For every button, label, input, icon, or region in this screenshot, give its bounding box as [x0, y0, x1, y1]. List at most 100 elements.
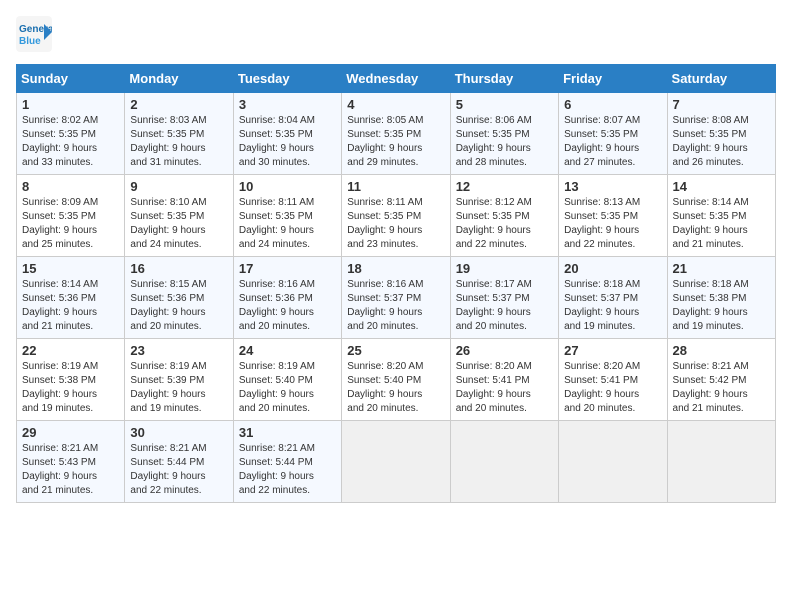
day-info: Sunrise: 8:04 AM Sunset: 5:35 PM Dayligh…	[239, 114, 336, 170]
day-info: Sunrise: 8:21 AM Sunset: 5:43 PM Dayligh…	[22, 442, 119, 498]
calendar-header: SundayMondayTuesdayWednesdayThursdayFrid…	[17, 65, 776, 93]
calendar-day: 2Sunrise: 8:03 AM Sunset: 5:35 PM Daylig…	[125, 93, 233, 175]
calendar-day: 1 Sunrise: 8:02 AM Sunset: 5:35 PM Daylig…	[17, 93, 125, 175]
calendar-week-row: 8 Sunrise: 8:09 AM Sunset: 5:35 PM Daylig…	[17, 175, 776, 257]
day-info: Sunrise: 8:07 AM Sunset: 5:35 PM Dayligh…	[564, 114, 661, 170]
day-info: Sunrise: 8:11 AM Sunset: 5:35 PM Dayligh…	[347, 196, 444, 252]
day-number: 3	[239, 97, 336, 112]
calendar-day: 26 Sunrise: 8:20 AM Sunset: 5:41 PM Dayli…	[450, 339, 558, 421]
day-info: Sunrise: 8:13 AM Sunset: 5:35 PM Dayligh…	[564, 196, 661, 252]
day-info: Sunrise: 8:21 AM Sunset: 5:44 PM Dayligh…	[130, 442, 227, 498]
calendar-day: 24 Sunrise: 8:19 AM Sunset: 5:40 PM Dayli…	[233, 339, 341, 421]
calendar-table: SundayMondayTuesdayWednesdayThursdayFrid…	[16, 64, 776, 503]
day-info: Sunrise: 8:20 AM Sunset: 5:40 PM Dayligh…	[347, 360, 444, 416]
day-info: Sunrise: 8:05 AM Sunset: 5:35 PM Dayligh…	[347, 114, 444, 170]
day-number: 23	[130, 343, 227, 358]
day-number: 28	[673, 343, 770, 358]
calendar-day: 20 Sunrise: 8:18 AM Sunset: 5:37 PM Dayli…	[559, 257, 667, 339]
day-info: Sunrise: 8:08 AM Sunset: 5:35 PM Dayligh…	[673, 114, 770, 170]
weekday-header: Monday	[125, 65, 233, 93]
calendar-day: 5Sunrise: 8:06 AM Sunset: 5:35 PM Daylig…	[450, 93, 558, 175]
calendar-week-row: 22 Sunrise: 8:19 AM Sunset: 5:38 PM Dayli…	[17, 339, 776, 421]
calendar-day: 17Sunrise: 8:16 AM Sunset: 5:36 PM Dayli…	[233, 257, 341, 339]
day-info: Sunrise: 8:12 AM Sunset: 5:35 PM Dayligh…	[456, 196, 553, 252]
day-info: Sunrise: 8:03 AM Sunset: 5:35 PM Dayligh…	[130, 114, 227, 170]
day-number: 12	[456, 179, 553, 194]
calendar-day: 11Sunrise: 8:11 AM Sunset: 5:35 PM Dayli…	[342, 175, 450, 257]
weekday-header: Tuesday	[233, 65, 341, 93]
day-number: 29	[22, 425, 119, 440]
day-info: Sunrise: 8:19 AM Sunset: 5:40 PM Dayligh…	[239, 360, 336, 416]
day-number: 4	[347, 97, 444, 112]
calendar-day: 18 Sunrise: 8:16 AM Sunset: 5:37 PM Dayli…	[342, 257, 450, 339]
weekday-header-row: SundayMondayTuesdayWednesdayThursdayFrid…	[17, 65, 776, 93]
day-number: 14	[673, 179, 770, 194]
day-info: Sunrise: 8:17 AM Sunset: 5:37 PM Dayligh…	[456, 278, 553, 334]
calendar-day: 14 Sunrise: 8:14 AM Sunset: 5:35 PM Dayli…	[667, 175, 775, 257]
logo: General Blue	[16, 16, 56, 52]
calendar-body: 1 Sunrise: 8:02 AM Sunset: 5:35 PM Daylig…	[17, 93, 776, 503]
day-info: Sunrise: 8:16 AM Sunset: 5:37 PM Dayligh…	[347, 278, 444, 334]
day-number: 16	[130, 261, 227, 276]
day-number: 18	[347, 261, 444, 276]
day-number: 31	[239, 425, 336, 440]
day-info: Sunrise: 8:19 AM Sunset: 5:38 PM Dayligh…	[22, 360, 119, 416]
calendar-day: 23 Sunrise: 8:19 AM Sunset: 5:39 PM Dayli…	[125, 339, 233, 421]
day-info: Sunrise: 8:09 AM Sunset: 5:35 PM Dayligh…	[22, 196, 119, 252]
logo-icon: General Blue	[16, 16, 52, 52]
day-number: 9	[130, 179, 227, 194]
calendar-day: 29 Sunrise: 8:21 AM Sunset: 5:43 PM Dayli…	[17, 421, 125, 503]
day-info: Sunrise: 8:21 AM Sunset: 5:42 PM Dayligh…	[673, 360, 770, 416]
weekday-header: Wednesday	[342, 65, 450, 93]
day-number: 5	[456, 97, 553, 112]
calendar-day: 30Sunrise: 8:21 AM Sunset: 5:44 PM Dayli…	[125, 421, 233, 503]
day-number: 27	[564, 343, 661, 358]
weekday-header: Sunday	[17, 65, 125, 93]
calendar-day	[450, 421, 558, 503]
day-info: Sunrise: 8:15 AM Sunset: 5:36 PM Dayligh…	[130, 278, 227, 334]
day-number: 8	[22, 179, 119, 194]
day-number: 19	[456, 261, 553, 276]
day-info: Sunrise: 8:18 AM Sunset: 5:38 PM Dayligh…	[673, 278, 770, 334]
calendar-day: 15Sunrise: 8:14 AM Sunset: 5:36 PM Dayli…	[17, 257, 125, 339]
day-info: Sunrise: 8:11 AM Sunset: 5:35 PM Dayligh…	[239, 196, 336, 252]
day-number: 24	[239, 343, 336, 358]
calendar-day: 19 Sunrise: 8:17 AM Sunset: 5:37 PM Dayli…	[450, 257, 558, 339]
calendar-day: 16 Sunrise: 8:15 AM Sunset: 5:36 PM Dayli…	[125, 257, 233, 339]
day-number: 7	[673, 97, 770, 112]
day-info: Sunrise: 8:16 AM Sunset: 5:36 PM Dayligh…	[239, 278, 336, 334]
calendar-day: 7 Sunrise: 8:08 AM Sunset: 5:35 PM Daylig…	[667, 93, 775, 175]
day-info: Sunrise: 8:10 AM Sunset: 5:35 PM Dayligh…	[130, 196, 227, 252]
calendar-day	[667, 421, 775, 503]
day-number: 26	[456, 343, 553, 358]
calendar-day: 25 Sunrise: 8:20 AM Sunset: 5:40 PM Dayli…	[342, 339, 450, 421]
day-number: 10	[239, 179, 336, 194]
day-number: 20	[564, 261, 661, 276]
day-number: 21	[673, 261, 770, 276]
day-info: Sunrise: 8:20 AM Sunset: 5:41 PM Dayligh…	[456, 360, 553, 416]
calendar-day: 4 Sunrise: 8:05 AM Sunset: 5:35 PM Daylig…	[342, 93, 450, 175]
day-info: Sunrise: 8:18 AM Sunset: 5:37 PM Dayligh…	[564, 278, 661, 334]
calendar-week-row: 1 Sunrise: 8:02 AM Sunset: 5:35 PM Daylig…	[17, 93, 776, 175]
day-number: 25	[347, 343, 444, 358]
calendar-day: 28 Sunrise: 8:21 AM Sunset: 5:42 PM Dayli…	[667, 339, 775, 421]
day-info: Sunrise: 8:02 AM Sunset: 5:35 PM Dayligh…	[22, 114, 119, 170]
day-info: Sunrise: 8:20 AM Sunset: 5:41 PM Dayligh…	[564, 360, 661, 416]
calendar-day: 21 Sunrise: 8:18 AM Sunset: 5:38 PM Dayli…	[667, 257, 775, 339]
day-info: Sunrise: 8:14 AM Sunset: 5:35 PM Dayligh…	[673, 196, 770, 252]
day-info: Sunrise: 8:19 AM Sunset: 5:39 PM Dayligh…	[130, 360, 227, 416]
calendar-day	[342, 421, 450, 503]
svg-text:Blue: Blue	[19, 36, 41, 47]
calendar-day: 13Sunrise: 8:13 AM Sunset: 5:35 PM Dayli…	[559, 175, 667, 257]
day-info: Sunrise: 8:14 AM Sunset: 5:36 PM Dayligh…	[22, 278, 119, 334]
weekday-header: Saturday	[667, 65, 775, 93]
calendar-week-row: 29 Sunrise: 8:21 AM Sunset: 5:43 PM Dayli…	[17, 421, 776, 503]
calendar-day: 3 Sunrise: 8:04 AM Sunset: 5:35 PM Daylig…	[233, 93, 341, 175]
calendar-day: 27 Sunrise: 8:20 AM Sunset: 5:41 PM Dayli…	[559, 339, 667, 421]
calendar-day: 10 Sunrise: 8:11 AM Sunset: 5:35 PM Dayli…	[233, 175, 341, 257]
day-number: 22	[22, 343, 119, 358]
day-number: 1	[22, 97, 119, 112]
weekday-header: Friday	[559, 65, 667, 93]
calendar-day: 6Sunrise: 8:07 AM Sunset: 5:35 PM Daylig…	[559, 93, 667, 175]
weekday-header: Thursday	[450, 65, 558, 93]
